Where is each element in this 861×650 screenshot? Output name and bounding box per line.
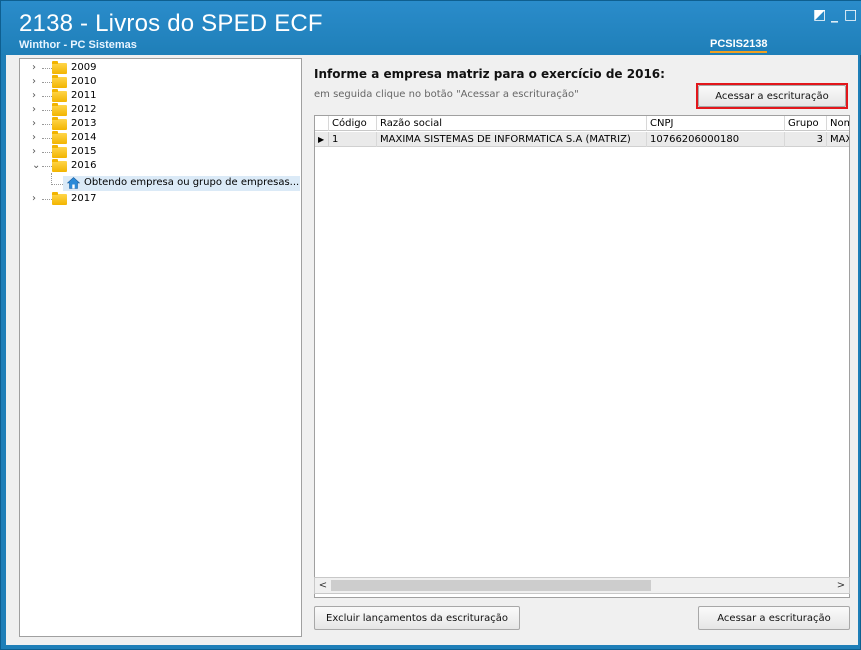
window-subtitle: Winthor - PC Sistemas [19, 39, 137, 51]
tree-connector [42, 110, 52, 111]
tree-item-label: 2016 [71, 160, 97, 171]
chevron-right-icon[interactable]: › [32, 193, 42, 204]
tree-item-2015[interactable]: › 2015 [20, 145, 300, 159]
minimize-icon[interactable]: _ [831, 7, 838, 23]
tree-item-label: Obtendo empresa ou grupo de empresas... [84, 177, 300, 188]
instruction-text: em seguida clique no botão "Acessar a es… [314, 89, 579, 100]
tree-connector [42, 166, 52, 167]
tree-item-2017[interactable]: › 2017 [20, 192, 300, 206]
table-row[interactable]: ▶ 1 MAXIMA SISTEMAS DE INFORMATICA S.A (… [315, 132, 849, 147]
folder-icon [52, 131, 67, 144]
chevron-right-icon[interactable]: › [32, 146, 42, 157]
column-header-codigo[interactable]: Código [329, 116, 377, 131]
tree-item-label: 2012 [71, 104, 97, 115]
tree-item-2014[interactable]: › 2014 [20, 131, 300, 145]
tree-connector [42, 96, 52, 97]
cell-grupo[interactable]: 3 [785, 132, 827, 147]
tree-connector [42, 82, 52, 83]
tree-connector [42, 124, 52, 125]
tree-item-label: 2013 [71, 118, 97, 129]
tree-item-label: 2015 [71, 146, 97, 157]
scroll-left-icon[interactable]: < [316, 578, 330, 593]
folder-icon [52, 103, 67, 116]
tree-item-label: 2017 [71, 193, 97, 204]
scroll-right-icon[interactable]: > [834, 578, 848, 593]
tree-connector [42, 199, 52, 200]
column-header-cnpj[interactable]: CNPJ [647, 116, 785, 131]
tree-connector [42, 138, 52, 139]
tree-item-2013[interactable]: › 2013 [20, 117, 300, 131]
cell-nome[interactable]: MAXI [827, 132, 849, 147]
tree-connector [51, 184, 63, 185]
cell-cnpj[interactable]: 10766206000180 [647, 132, 785, 147]
tree-item-selected-company[interactable]: Obtendo empresa ou grupo de empresas... [63, 176, 300, 191]
folder-icon [52, 61, 67, 74]
tree-item-label: 2011 [71, 90, 97, 101]
column-header-grupo[interactable]: Grupo [785, 116, 827, 131]
column-header-razao-social[interactable]: Razão social [377, 116, 647, 131]
folder-icon [52, 75, 67, 88]
chevron-right-icon[interactable]: › [32, 118, 42, 129]
routine-code-link[interactable]: PCSIS2138 [710, 38, 768, 53]
tree-item-2016[interactable]: ⌄ 2016 [20, 159, 300, 173]
row-pointer-icon: ▶ [315, 132, 329, 147]
chevron-right-icon[interactable]: › [32, 132, 42, 143]
app-window: 2138 - Livros do SPED ECF Winthor - PC S… [0, 0, 861, 650]
folder-icon [52, 192, 67, 205]
page-heading: Informe a empresa matriz para o exercíci… [314, 67, 665, 81]
folder-icon [52, 89, 67, 102]
chevron-right-icon[interactable]: › [32, 76, 42, 87]
client-area: › 2009 › 2010 › 2011 › 2012 › 2013 › 201… [6, 55, 858, 645]
company-grid[interactable]: Código Razão social CNPJ Grupo Nome ▶ 1 … [314, 115, 850, 598]
chevron-down-icon[interactable]: ⌄ [32, 160, 42, 171]
restore-icon[interactable]: ◩ [813, 7, 826, 23]
tree-item-label: 2009 [71, 62, 97, 73]
year-tree[interactable]: › 2009 › 2010 › 2011 › 2012 › 2013 › 201… [19, 58, 302, 637]
cell-razao-social[interactable]: MAXIMA SISTEMAS DE INFORMATICA S.A (MATR… [377, 132, 647, 147]
grid-header: Código Razão social CNPJ Grupo Nome [315, 116, 849, 131]
folder-icon [52, 117, 67, 130]
chevron-right-icon[interactable]: › [32, 62, 42, 73]
chevron-right-icon[interactable]: › [32, 104, 42, 115]
tree-item-2010[interactable]: › 2010 [20, 75, 300, 89]
tree-item-2009[interactable]: › 2009 [20, 61, 300, 75]
row-indicator-header [315, 116, 329, 131]
house-icon [67, 177, 80, 189]
column-header-nome[interactable]: Nome [827, 116, 849, 131]
maximize-icon[interactable]: □ [844, 7, 857, 23]
tree-connector [42, 68, 52, 69]
tree-item-2011[interactable]: › 2011 [20, 89, 300, 103]
window-title: 2138 - Livros do SPED ECF [19, 10, 323, 37]
horizontal-scrollbar[interactable]: < > [314, 577, 850, 594]
folder-icon [52, 145, 67, 158]
tree-item-label: 2014 [71, 132, 97, 143]
scroll-thumb[interactable] [331, 580, 651, 591]
folder-icon [52, 159, 67, 172]
tree-item-label: 2010 [71, 76, 97, 87]
title-bar: 2138 - Livros do SPED ECF Winthor - PC S… [1, 1, 861, 55]
tree-item-2012[interactable]: › 2012 [20, 103, 300, 117]
access-bookkeeping-button-bottom[interactable]: Acessar a escrituração [698, 606, 850, 630]
chevron-right-icon[interactable]: › [32, 90, 42, 101]
cell-codigo[interactable]: 1 [329, 132, 377, 147]
tree-connector [42, 152, 52, 153]
access-bookkeeping-button-top[interactable]: Acessar a escrituração [698, 85, 846, 107]
delete-entries-button[interactable]: Excluir lançamentos da escrituração [314, 606, 520, 630]
